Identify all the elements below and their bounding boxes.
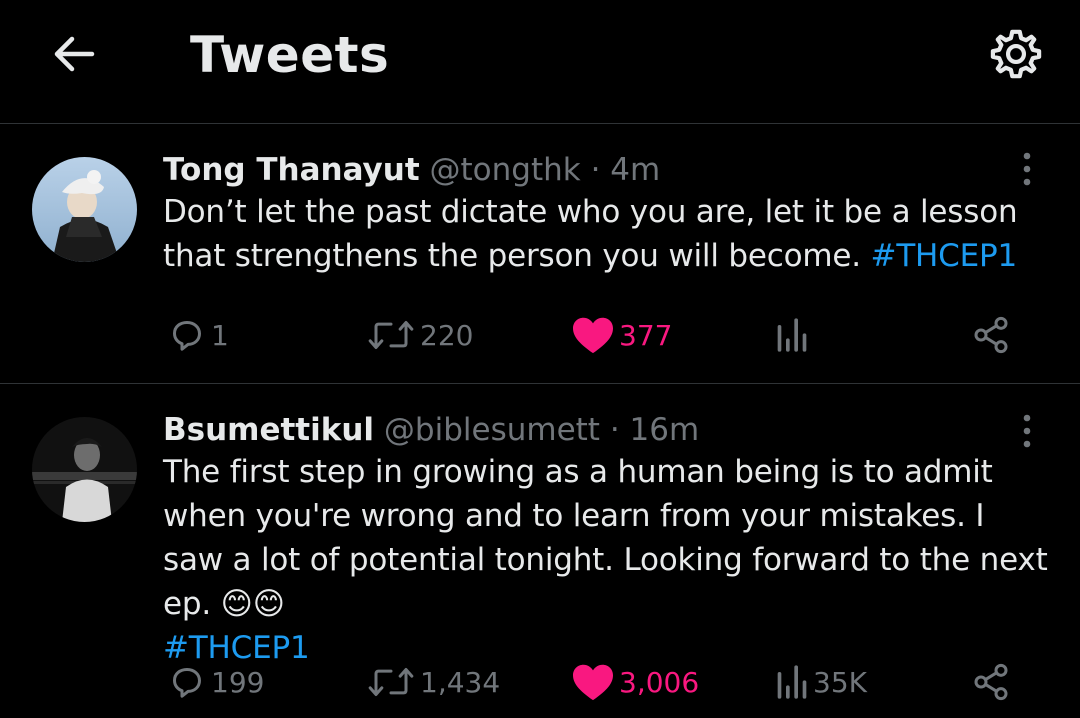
back-button[interactable] <box>50 30 98 78</box>
tweet-actions: 1 220 377 <box>163 310 1043 360</box>
timestamp[interactable]: 16m <box>630 412 700 448</box>
tweet-text: The first step in growing as a human bei… <box>163 450 1053 670</box>
back-arrow-icon <box>54 36 95 72</box>
share-icon <box>974 663 1008 701</box>
share-button[interactable] <box>971 310 1011 360</box>
user-handle[interactable]: @biblesumett <box>384 412 600 448</box>
avatar[interactable] <box>32 157 137 262</box>
like-count: 3,006 <box>619 665 700 699</box>
more-options-button[interactable] <box>1010 147 1044 191</box>
gear-icon <box>990 29 1042 79</box>
views-chart-icon <box>777 665 807 699</box>
settings-button[interactable] <box>986 24 1046 84</box>
retweet-count: 220 <box>420 318 474 352</box>
tweet-content: Tong Thanayut @tongthk · 4m Don’t let th… <box>163 150 1053 278</box>
views-button[interactable] <box>773 310 813 360</box>
views-count: 35K <box>813 665 867 699</box>
reply-button[interactable]: 1 <box>167 310 229 360</box>
share-icon <box>974 316 1008 354</box>
top-bar: Tweets <box>0 0 1080 124</box>
user-handle[interactable]: @tongthk <box>430 152 581 188</box>
display-name[interactable]: Bsumettikul <box>163 412 374 448</box>
more-vertical-icon <box>1023 414 1031 448</box>
share-button[interactable] <box>971 657 1011 707</box>
reply-icon <box>173 321 201 351</box>
reply-count: 1 <box>211 318 229 352</box>
separator-dot: · <box>609 412 620 448</box>
like-count: 377 <box>619 318 673 352</box>
timestamp[interactable]: 4m <box>610 152 660 188</box>
display-name[interactable]: Tong Thanayut <box>163 152 420 188</box>
like-button[interactable]: 377 <box>571 310 672 360</box>
retweet-button[interactable]: 220 <box>366 310 473 360</box>
reply-icon <box>173 668 201 698</box>
retweet-button[interactable]: 1,434 <box>366 657 500 707</box>
avatar-image <box>32 157 137 262</box>
retweet-icon <box>368 668 414 696</box>
tweets-screen: Tweets Tong Thanayut @tongthk · 4m Don’t… <box>0 0 1080 718</box>
retweet-count: 1,434 <box>420 665 501 699</box>
retweet-icon <box>368 321 414 349</box>
page-title: Tweets <box>190 26 390 84</box>
reply-button[interactable]: 199 <box>167 657 264 707</box>
separator-dot: · <box>590 152 601 188</box>
more-vertical-icon <box>1023 152 1031 186</box>
heart-filled-icon <box>573 317 613 354</box>
tweet-actions: 199 1,434 3,006 35K <box>163 657 1043 707</box>
hashtag-link[interactable]: #THCEP1 <box>871 238 1018 274</box>
heart-filled-icon <box>573 664 613 701</box>
like-button[interactable]: 3,006 <box>571 657 699 707</box>
tweet-text-body: The first step in growing as a human bei… <box>163 454 1048 622</box>
avatar-image <box>32 417 137 522</box>
avatar[interactable] <box>32 417 137 522</box>
reply-count: 199 <box>211 665 265 699</box>
more-options-button[interactable] <box>1010 409 1044 453</box>
tweet-content: Bsumettikul @biblesumett · 16m The first… <box>163 410 1053 670</box>
views-button[interactable]: 35K <box>773 657 867 707</box>
views-chart-icon <box>777 318 807 352</box>
tweet-text: Don’t let the past dictate who you are, … <box>163 190 1053 278</box>
tweet-header: Bsumettikul @biblesumett · 16m <box>163 410 1053 450</box>
tweet-item[interactable]: Bsumettikul @biblesumett · 16m The first… <box>0 385 1080 718</box>
tweet-item[interactable]: Tong Thanayut @tongthk · 4m Don’t let th… <box>0 125 1080 384</box>
tweet-header: Tong Thanayut @tongthk · 4m <box>163 150 1053 190</box>
